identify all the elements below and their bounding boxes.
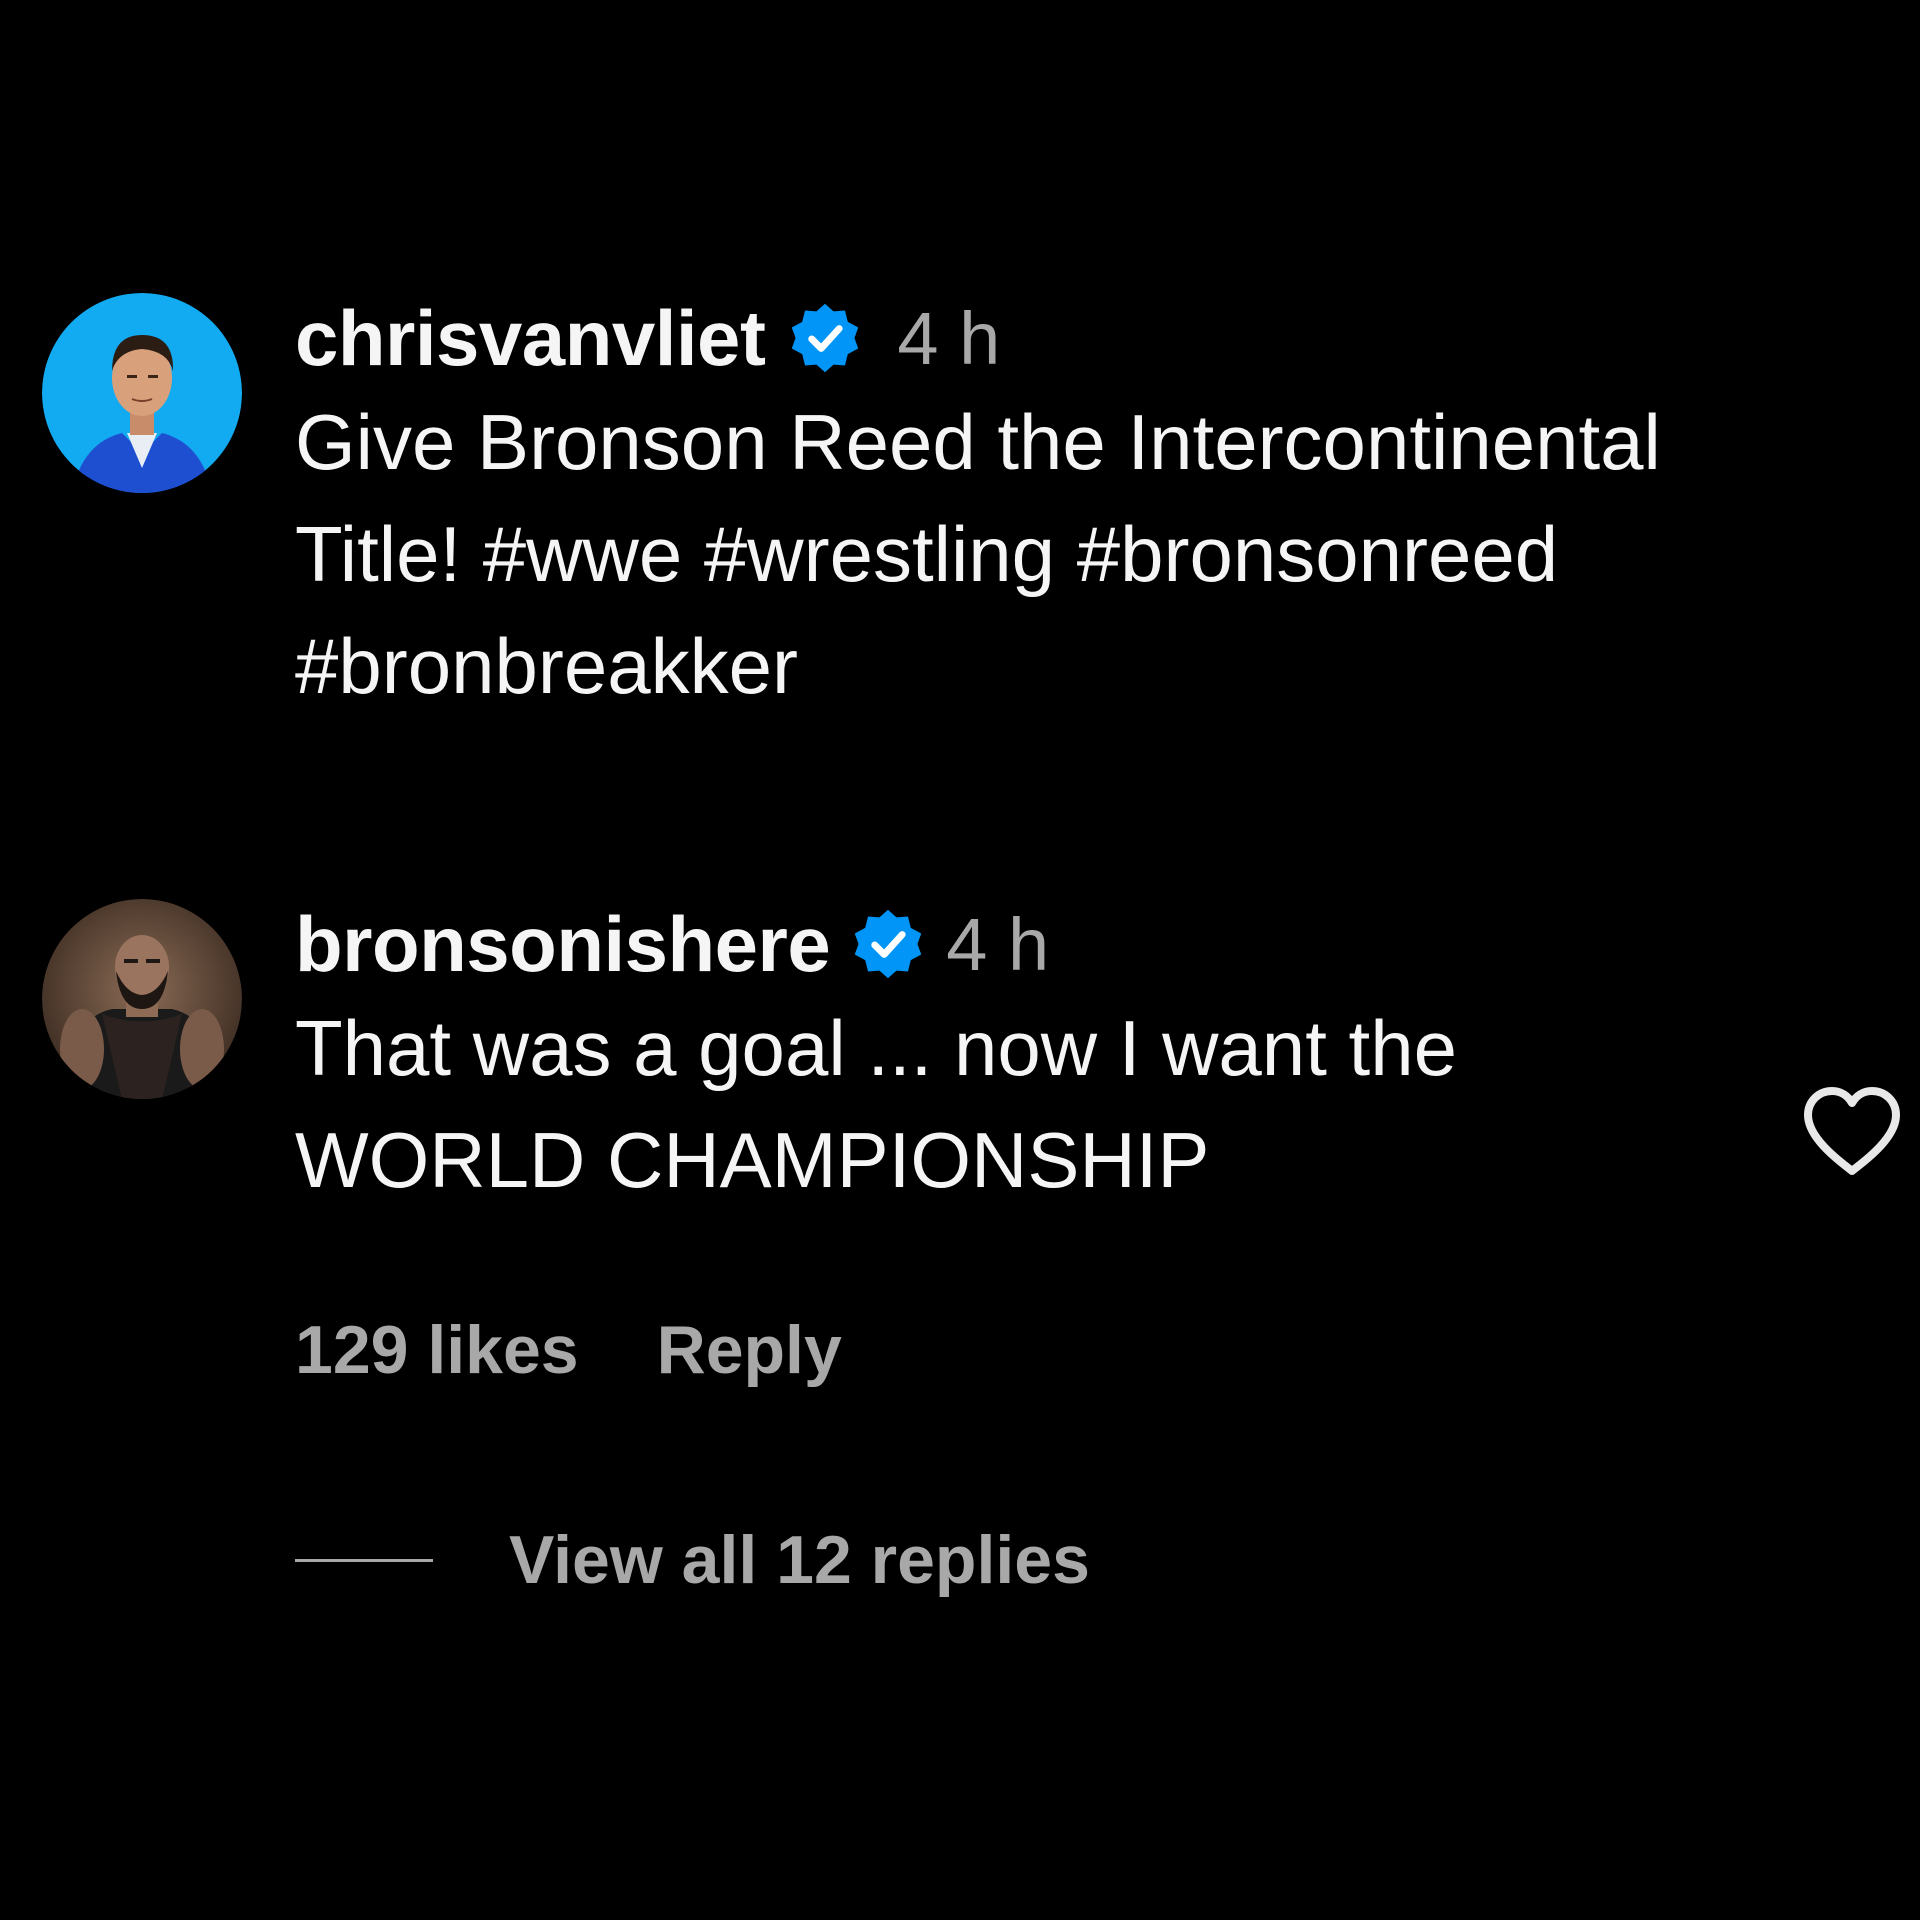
comment-text: Give Bronson Reed the Intercontinental T…: [295, 398, 1661, 710]
timestamp: 4 h: [897, 296, 1001, 380]
avatar[interactable]: [42, 293, 242, 493]
timestamp: 4 h: [946, 902, 1050, 986]
avatar-chrisvanvliet-image: [42, 293, 242, 493]
avatar[interactable]: [42, 899, 242, 1099]
verified-badge-icon: [787, 300, 863, 376]
verified-badge-icon: [850, 906, 926, 982]
likes-count[interactable]: 129 likes: [295, 1311, 579, 1389]
replies-divider: [295, 1558, 433, 1562]
comment-actions: 129 likes Reply: [295, 1300, 842, 1400]
username[interactable]: chrisvanvliet: [295, 293, 766, 384]
comment-text: That was a goal ... now I want the WORLD…: [295, 1004, 1457, 1204]
avatar-bronsonishere-image: [42, 899, 242, 1099]
reply-button[interactable]: Reply: [657, 1311, 842, 1389]
username[interactable]: bronsonishere: [295, 899, 831, 990]
view-replies-button[interactable]: View all 12 replies: [295, 1510, 1090, 1610]
heart-outline-icon[interactable]: [1800, 1085, 1904, 1177]
view-replies-label: View all 12 replies: [509, 1522, 1090, 1598]
